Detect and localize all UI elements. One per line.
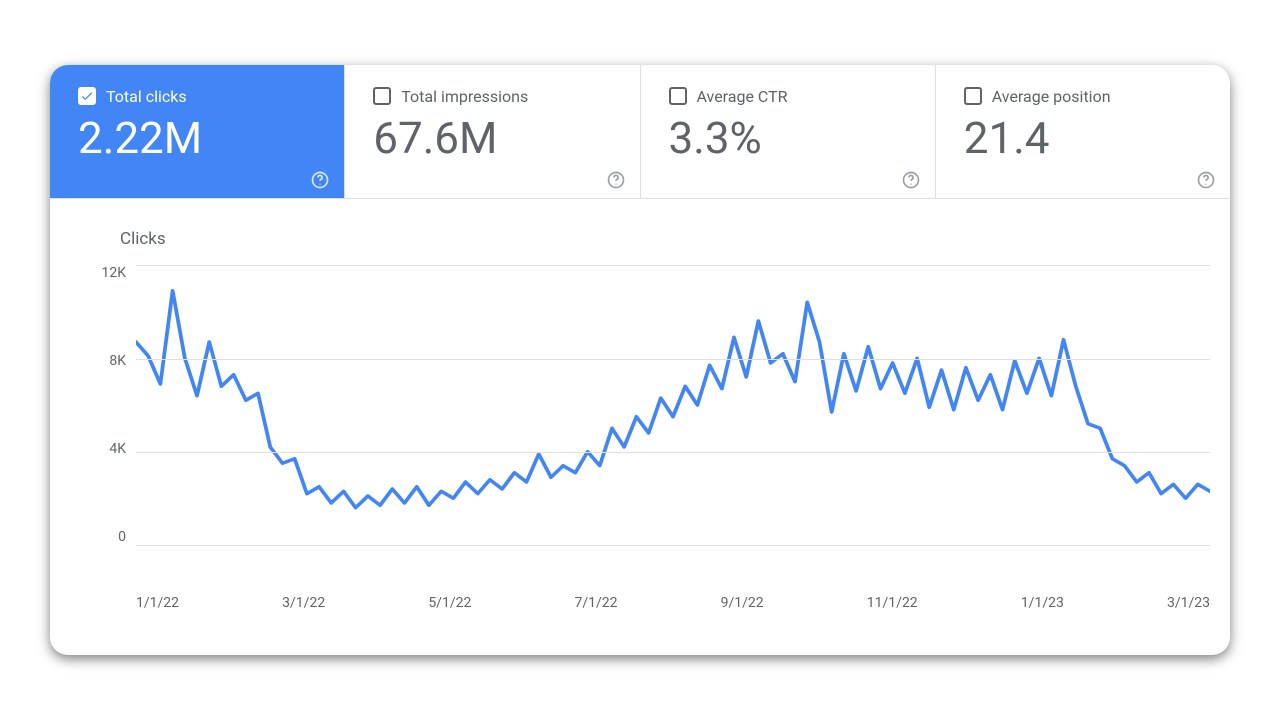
metric-label: Total impressions xyxy=(401,87,528,106)
metric-header: Average CTR xyxy=(669,87,907,106)
metric-value: 3.3% xyxy=(669,114,907,162)
metric-tab-ctr[interactable]: Average CTR 3.3% xyxy=(641,65,936,198)
x-tick: 7/1/22 xyxy=(574,595,617,625)
help-icon[interactable] xyxy=(310,170,330,190)
y-tick: 12K xyxy=(101,265,126,281)
metric-value: 67.6M xyxy=(373,114,611,162)
metric-tab-impressions[interactable]: Total impressions 67.6M xyxy=(345,65,640,198)
metric-tab-clicks[interactable]: Total clicks 2.22M xyxy=(50,65,345,198)
help-icon[interactable] xyxy=(1196,170,1216,190)
grid-line xyxy=(136,265,1210,266)
chart-area: Clicks 12K 8K 4K 0 1/1/22 3/1/22 5/1/22 7/1/22… xyxy=(50,199,1230,655)
metric-label: Average position xyxy=(992,87,1111,106)
metric-header: Total impressions xyxy=(373,87,611,106)
metric-tab-position[interactable]: Average position 21.4 xyxy=(936,65,1230,198)
metric-tabs: Total clicks 2.22M Total impressions 67.6M A… xyxy=(50,65,1230,199)
grid-line xyxy=(136,359,1210,360)
x-tick: 11/1/22 xyxy=(867,595,918,625)
y-tick: 8K xyxy=(109,353,126,369)
x-axis: 1/1/22 3/1/22 5/1/22 7/1/22 9/1/22 11/1/22 1/1… xyxy=(136,585,1210,625)
x-tick: 1/1/23 xyxy=(1021,595,1064,625)
x-tick: 1/1/22 xyxy=(136,595,179,625)
y-tick: 0 xyxy=(118,529,126,545)
help-icon[interactable] xyxy=(901,170,921,190)
metric-label: Total clicks xyxy=(106,87,187,106)
x-tick: 3/1/23 xyxy=(1167,595,1210,625)
help-icon[interactable] xyxy=(606,170,626,190)
y-axis: 12K 8K 4K 0 xyxy=(80,265,136,545)
performance-card: Total clicks 2.22M Total impressions 67.6M A… xyxy=(50,65,1230,655)
plot-area[interactable] xyxy=(136,265,1210,545)
y-tick: 4K xyxy=(109,441,126,457)
metric-value: 21.4 xyxy=(964,114,1202,162)
chart: 12K 8K 4K 0 xyxy=(80,265,1210,585)
checkbox-icon xyxy=(78,87,96,105)
metric-value: 2.22M xyxy=(78,114,316,162)
line-series xyxy=(136,265,1210,545)
grid-line xyxy=(136,452,1210,453)
checkbox-icon xyxy=(373,87,391,105)
checkbox-icon xyxy=(964,87,982,105)
metric-label: Average CTR xyxy=(697,87,788,106)
metric-header: Average position xyxy=(964,87,1202,106)
metric-header: Total clicks xyxy=(78,87,316,106)
grid-line xyxy=(136,545,1210,546)
x-tick: 3/1/22 xyxy=(282,595,325,625)
chart-title: Clicks xyxy=(120,229,1210,249)
x-tick: 9/1/22 xyxy=(721,595,764,625)
x-tick: 5/1/22 xyxy=(428,595,471,625)
checkbox-icon xyxy=(669,87,687,105)
